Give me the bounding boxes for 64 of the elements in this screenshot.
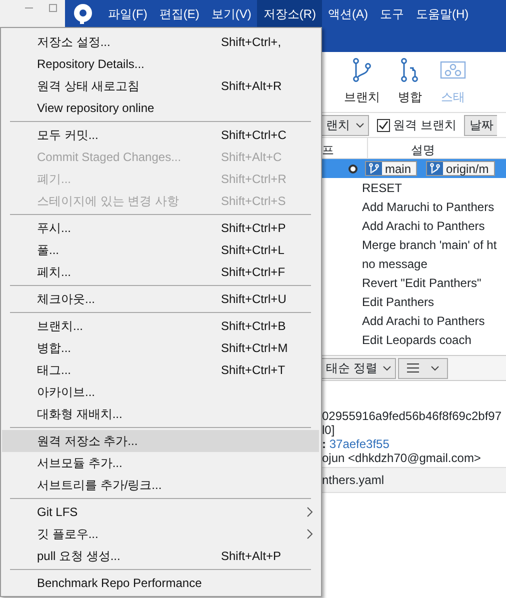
merge-button[interactable]: 병합 <box>398 58 422 106</box>
branch-label: main <box>365 161 418 176</box>
menu-item[interactable]: View repository online <box>2 97 319 119</box>
commit-hash: 02955916a9fed56b46f8f69c2bf97 <box>322 409 503 423</box>
menu-item[interactable]: Repository Details... <box>2 53 319 75</box>
app-logo-icon <box>74 4 92 24</box>
merge-icon <box>400 58 420 82</box>
menu-bar-item[interactable]: 보기(V) <box>205 0 258 28</box>
menu-item[interactable]: 태그... Shift+Ctrl+T <box>2 359 319 381</box>
menu-item[interactable]: 아카이브... <box>2 381 319 403</box>
commit-refs: l0] <box>322 423 336 437</box>
menu-bar-item[interactable]: 도움말(H) <box>410 0 475 28</box>
menu-item[interactable]: 브랜치... Shift+Ctrl+B <box>2 315 319 337</box>
branch-button[interactable]: 브랜치 <box>344 58 380 106</box>
menu-item[interactable]: 저장소 설정... Shift+Ctrl+, <box>2 31 319 53</box>
branch-label: origin/m <box>426 161 495 176</box>
menu-item[interactable]: pull 요청 생성... Shift+Alt+P <box>2 545 319 567</box>
menu-item[interactable]: 원격 저장소 추가... <box>2 430 319 452</box>
menu-item[interactable]: 병합... Shift+Ctrl+M <box>2 337 319 359</box>
caret-icon <box>383 366 392 370</box>
author-text: ojun <dhkdzh70@gmail.com> <box>322 451 482 465</box>
checkbox[interactable] <box>377 118 390 132</box>
caret-icon <box>356 122 364 128</box>
menu-bar-item[interactable]: 저장소(R) <box>257 0 322 28</box>
commit-row[interactable]: RESET <box>322 178 506 197</box>
menu-item[interactable]: 페치... Shift+Ctrl+F <box>2 261 319 283</box>
commit-row[interactable]: Merge branch 'main' of ht <box>322 235 506 254</box>
parent-label: : <box>322 437 326 451</box>
branch-icon <box>352 58 372 82</box>
branch-dropdown[interactable]: 랜치 <box>322 114 369 136</box>
commit-row[interactable]: Add Maruchi to Panthers <box>322 197 506 216</box>
menu-item[interactable]: 모두 커밋... Shift+Ctrl+C <box>2 124 319 146</box>
commit-row[interactable]: Edit Leopards coach <box>322 330 506 349</box>
branch-icon <box>369 163 379 174</box>
commit-row[interactable]: Add Arachi to Panthers <box>322 216 506 235</box>
menu-bar-item[interactable]: 도구 <box>374 0 410 28</box>
commit-row[interactable]: no message <box>322 254 506 273</box>
list-icon <box>407 363 420 373</box>
column-header: 설명 <box>410 142 435 158</box>
menu-item[interactable]: 푸시... Shift+Ctrl+P <box>2 217 319 239</box>
menu-item[interactable]: 체크아웃... Shift+Ctrl+U <box>2 288 319 310</box>
menu-item[interactable]: 깃 플로우... <box>2 523 319 545</box>
caret-icon <box>431 366 440 370</box>
checkbox-label: 원격 브랜치 <box>393 117 456 134</box>
commit-row[interactable]: Revert "Edit Panthers" <box>322 273 506 292</box>
sort-dropdown[interactable]: 날짜 <box>464 114 498 136</box>
menu-bar-item[interactable]: 파일(F) <box>102 0 154 28</box>
view-dropdown[interactable] <box>398 358 448 378</box>
menu-item[interactable]: 풀... Shift+Ctrl+L <box>2 239 319 261</box>
commit-dot-icon <box>348 164 358 174</box>
branch-icon <box>430 163 440 174</box>
menu-item[interactable]: 서브모듈 추가... <box>2 452 319 474</box>
menu-item[interactable]: 서브트리를 추가/링크... <box>2 474 319 496</box>
menu-bar-item[interactable]: 편집(E) <box>153 0 206 28</box>
commit-row[interactable]: main origin/m <box>322 159 506 178</box>
parent-link[interactable]: 37aefe3f55 <box>329 437 390 451</box>
menu-item[interactable]: 대화형 재배치... <box>2 403 319 425</box>
sort-dropdown[interactable]: 태순 정렬 <box>322 358 396 378</box>
menu-item[interactable]: Git LFS <box>2 501 319 523</box>
menu-item[interactable]: Benchmark Repo Performance <box>2 572 319 594</box>
commit-row[interactable]: Edit Panthers <box>322 292 506 311</box>
menu-item[interactable]: 원격 상태 새로고침 Shift+Alt+R <box>2 75 319 97</box>
commit-row[interactable]: Add Arachi to Panthers <box>322 311 506 330</box>
menu-bar-item[interactable]: 액션(A) <box>322 0 374 28</box>
